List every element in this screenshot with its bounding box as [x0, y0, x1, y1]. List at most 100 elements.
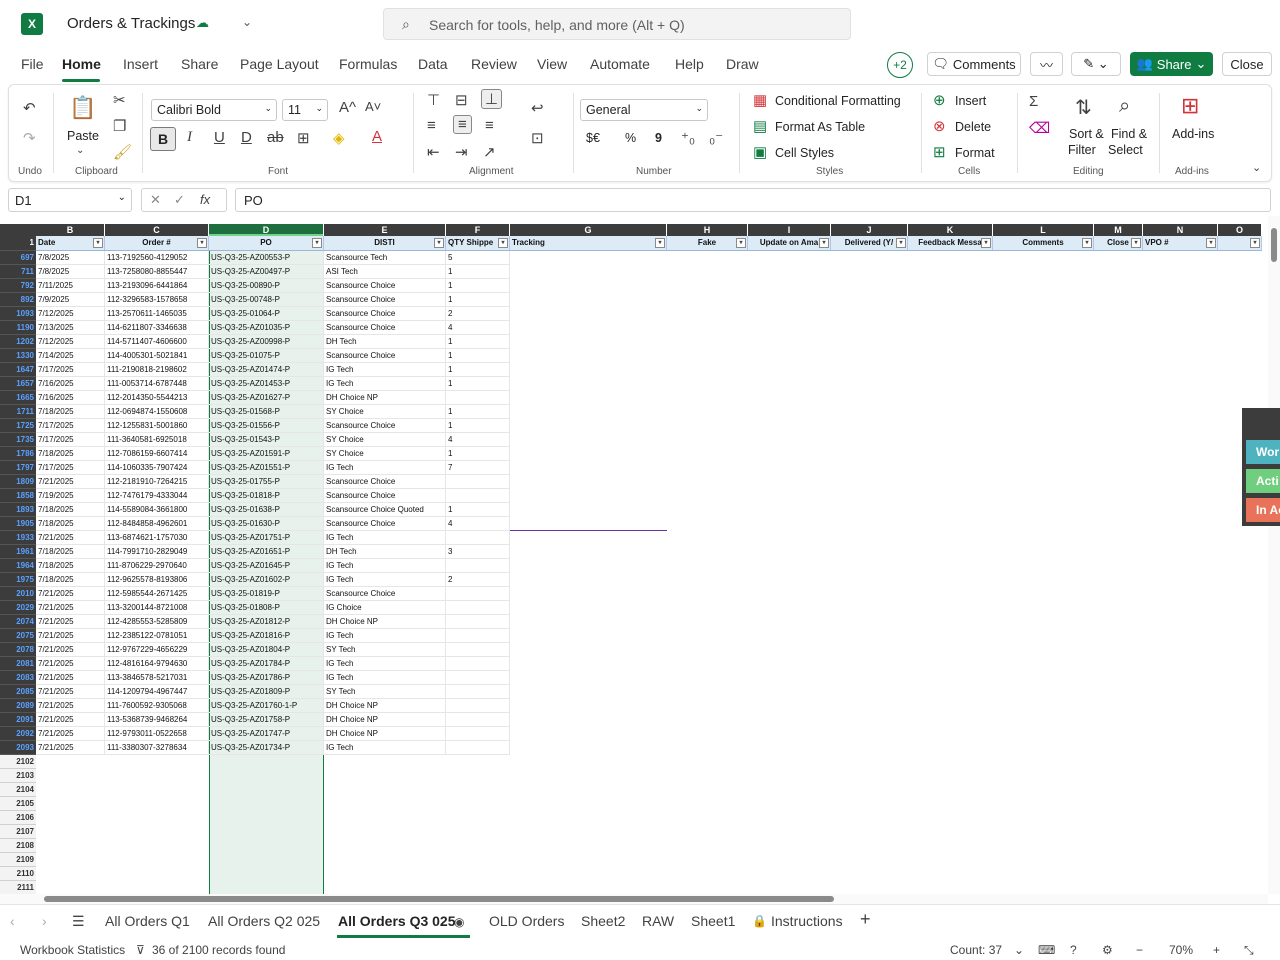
addins-button[interactable]: Add-ins [1172, 127, 1214, 141]
table-cell[interactable] [446, 391, 510, 405]
decrease-font-icon[interactable]: A˅ [365, 99, 381, 114]
table-cell[interactable]: 114-4005301-5021841 [105, 349, 209, 363]
column-header-n[interactable]: N [1143, 224, 1217, 236]
enter-icon[interactable]: ✓ [174, 192, 185, 208]
filter-dropdown-icon[interactable]: ▾ [1131, 238, 1141, 248]
tab-share[interactable]: Share [181, 56, 218, 72]
add-sheet-icon[interactable]: + [860, 909, 871, 930]
row-header[interactable]: 792 [0, 279, 36, 293]
table-cell[interactable]: 111-2190818-2198602 [105, 363, 209, 377]
table-header-cell[interactable]: Comments ▾ [993, 236, 1094, 250]
table-cell[interactable]: 7/21/2025 [36, 699, 105, 713]
autosum-icon[interactable]: Σ [1029, 93, 1038, 110]
chevron-down-icon[interactable]: ⌄ [76, 145, 84, 156]
table-cell[interactable]: 112-1255831-5001860 [105, 419, 209, 433]
zoom-level[interactable]: 70% [1169, 943, 1193, 957]
zoom-in-icon[interactable]: + [1213, 943, 1220, 957]
table-cell[interactable]: Scansource Choice [324, 475, 446, 489]
table-cell[interactable]: 111-0053714-6787448 [105, 377, 209, 391]
table-cell[interactable]: 2 [446, 307, 510, 321]
tab-formulas[interactable]: Formulas [339, 56, 397, 72]
column-header-m[interactable]: M [1094, 224, 1142, 236]
feedback-icon[interactable]: ⚙ [1102, 943, 1113, 957]
table-cell[interactable]: 1 [446, 419, 510, 433]
table-cell[interactable]: IG Tech [324, 741, 446, 755]
cancel-icon[interactable]: ✕ [150, 192, 161, 208]
column-header-o[interactable]: O [1218, 224, 1261, 236]
table-cell[interactable]: 5 [446, 251, 510, 265]
borders-icon[interactable]: ⊞ [297, 129, 310, 147]
row-header[interactable]: 2075 [0, 629, 36, 643]
table-cell[interactable] [446, 489, 510, 503]
formula-input[interactable]: PO [235, 188, 1271, 212]
table-header-cell[interactable]: Fake ▾ [667, 236, 748, 250]
table-cell[interactable]: 1 [446, 279, 510, 293]
table-cell[interactable]: US-Q3-25-01630-P [209, 517, 324, 531]
table-cell[interactable]: DH Choice NP [324, 727, 446, 741]
increase-font-icon[interactable]: A^ [339, 99, 356, 116]
increase-decimal-icon[interactable]: ⁺₀ [681, 129, 695, 147]
table-cell[interactable]: DH Tech [324, 335, 446, 349]
table-cell[interactable]: US-Q3-25-AZ01809-P [209, 685, 324, 699]
decrease-indent-icon[interactable]: ⇤ [427, 143, 440, 161]
sheet-tab[interactable]: RAW [642, 913, 674, 929]
table-cell[interactable]: US-Q3-25-01818-P [209, 489, 324, 503]
filter-dropdown-icon[interactable]: ▾ [1206, 238, 1216, 248]
table-cell[interactable] [446, 559, 510, 573]
table-cell[interactable]: 7/21/2025 [36, 741, 105, 755]
column-header-b[interactable]: B [36, 224, 104, 236]
prev-sheet-icon[interactable]: ‹ [10, 913, 15, 929]
bold-button[interactable]: B [150, 127, 176, 151]
wrap-text-icon[interactable]: ↩ [531, 99, 544, 117]
align-center-icon[interactable]: ≡ [453, 115, 472, 134]
table-cell[interactable]: 7/17/2025 [36, 363, 105, 377]
table-cell[interactable]: 1 [446, 265, 510, 279]
presence-badge[interactable]: +2 [887, 52, 913, 78]
table-cell[interactable]: 7/18/2025 [36, 517, 105, 531]
tab-insert[interactable]: Insert [123, 56, 158, 72]
column-header-j[interactable]: J [831, 224, 907, 236]
row-header[interactable]: 1893 [0, 503, 36, 517]
filter-dropdown-icon[interactable]: ▾ [1082, 238, 1092, 248]
table-cell[interactable]: 112-4816164-9794630 [105, 657, 209, 671]
table-cell[interactable]: 7/21/2025 [36, 629, 105, 643]
row-header[interactable]: 1905 [0, 517, 36, 531]
side-panel-button[interactable]: In Ac [1246, 498, 1280, 522]
table-cell[interactable]: 113-5368739-9468264 [105, 713, 209, 727]
chevron-down-icon[interactable]: ⌄ [1014, 943, 1024, 957]
table-cell[interactable]: US-Q3-25-AZ01747-P [209, 727, 324, 741]
table-cell[interactable]: 7/9/2025 [36, 293, 105, 307]
double-underline-button[interactable]: D [241, 129, 252, 146]
row-header[interactable]: 2078 [0, 643, 36, 657]
table-cell[interactable]: 7/11/2025 [36, 279, 105, 293]
table-cell[interactable]: 7 [446, 461, 510, 475]
spreadsheet-grid[interactable]: B C D E F G H I J K L M N O 1 Date ▾ Order # ▾ PO ▾ DISTI ▾ QTY… [0, 224, 1268, 894]
tab-data[interactable]: Data [418, 56, 448, 72]
number-format-select[interactable]: General ⌄ [580, 99, 708, 121]
table-cell[interactable]: IG Choice [324, 601, 446, 615]
table-cell[interactable]: IG Tech [324, 671, 446, 685]
font-color-icon[interactable]: A [372, 128, 382, 145]
row-header[interactable]: 2089 [0, 699, 36, 713]
table-cell[interactable]: 7/21/2025 [36, 615, 105, 629]
table-cell[interactable]: 7/21/2025 [36, 475, 105, 489]
document-title[interactable]: Orders & Trackings [67, 15, 195, 32]
share-button[interactable]: 👥 Share ⌄ [1130, 52, 1213, 76]
row-header[interactable]: 2010 [0, 587, 36, 601]
row-header[interactable]: 1786 [0, 447, 36, 461]
table-cell[interactable]: Scansource Choice [324, 321, 446, 335]
redo-icon[interactable]: ↷ [23, 129, 36, 147]
row-header[interactable]: 1797 [0, 461, 36, 475]
clear-icon[interactable]: ⌫ [1029, 119, 1050, 137]
table-cell[interactable]: IG Tech [324, 531, 446, 545]
sheet-tab[interactable]: OLD Orders [489, 913, 564, 929]
table-cell[interactable]: US-Q3-25-01819-P [209, 587, 324, 601]
row-header[interactable]: 2107 [0, 825, 36, 839]
row-header[interactable]: 1657 [0, 377, 36, 391]
table-cell[interactable]: 112-2385122-0781051 [105, 629, 209, 643]
table-header-cell[interactable]: PO ▾ [209, 236, 324, 250]
table-cell[interactable]: 7/21/2025 [36, 643, 105, 657]
table-cell[interactable]: 112-2181910-7264215 [105, 475, 209, 489]
table-cell[interactable]: US-Q3-25-01755-P [209, 475, 324, 489]
table-cell[interactable]: 7/21/2025 [36, 727, 105, 741]
